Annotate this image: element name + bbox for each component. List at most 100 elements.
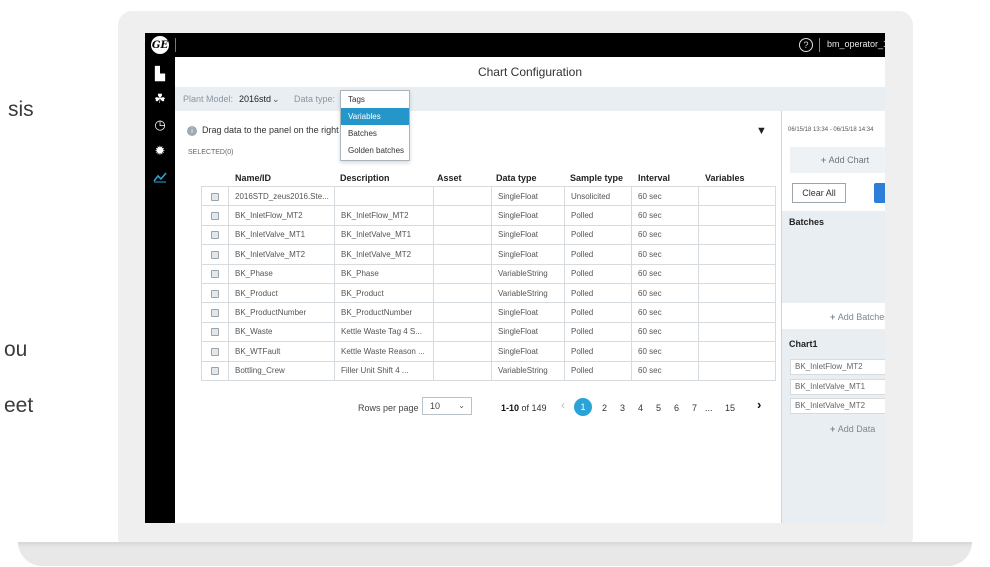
page-button[interactable]: 5 — [656, 403, 661, 413]
divider — [819, 38, 820, 52]
table-row[interactable]: BK_Phase BK_Phase VariableString Polled … — [201, 263, 776, 284]
page-button-current[interactable]: 1 — [574, 398, 592, 416]
page-button[interactable]: 15 — [725, 403, 735, 413]
chart-item[interactable]: BK_InletFlow_MT2 — [790, 359, 885, 375]
cell-variables — [698, 244, 776, 265]
cell-interval: 60 sec — [631, 263, 699, 284]
row-checkbox[interactable] — [201, 360, 229, 381]
range-total: of 149 — [519, 403, 547, 413]
cell-variables — [698, 341, 776, 362]
background-text-line: eet — [4, 394, 34, 417]
batches-heading: Batches — [789, 217, 825, 227]
table-row[interactable]: BK_WTFault Kettle Waste Reason ... Singl… — [201, 341, 776, 362]
row-checkbox[interactable] — [201, 302, 229, 323]
batches-drop-zone[interactable]: Batches — [782, 211, 885, 303]
page-button[interactable]: 3 — [620, 403, 625, 413]
row-checkbox[interactable] — [201, 205, 229, 226]
filter-icon[interactable]: ▼ — [756, 125, 767, 137]
cell-description: BK_InletValve_MT1 — [334, 224, 434, 246]
add-batches-button[interactable]: + Add Batches — [830, 312, 885, 322]
plant-model-select[interactable]: 2016std — [239, 94, 271, 104]
row-checkbox[interactable] — [201, 185, 229, 207]
ge-logo[interactable]: GE — [151, 36, 169, 54]
cell-interval: 60 sec — [631, 282, 699, 304]
prev-page-button[interactable]: ‹ — [561, 398, 565, 412]
table-row[interactable]: BK_InletFlow_MT2 BK_InletFlow_MT2 Single… — [201, 205, 776, 226]
rows-per-page-select[interactable]: 10 ⌄ — [422, 397, 472, 415]
cell-description — [334, 185, 434, 207]
cell-description: Kettle Waste Reason ... — [334, 341, 434, 362]
dropdown-option-variables[interactable]: Variables — [341, 108, 409, 125]
row-checkbox[interactable] — [201, 341, 229, 362]
column-header-sample-type[interactable]: Sample type — [570, 173, 623, 183]
page-button[interactable]: 6 — [674, 403, 679, 413]
dropdown-option-golden-batches[interactable]: Golden batches — [341, 142, 409, 159]
chevron-down-icon[interactable]: ⌄ — [272, 94, 280, 105]
cell-interval: 60 sec — [631, 360, 699, 381]
column-header-description[interactable]: Description — [340, 173, 390, 183]
dropdown-option-batches[interactable]: Batches — [341, 125, 409, 142]
dropdown-option-tags[interactable]: Tags — [341, 91, 409, 108]
help-icon[interactable]: ? — [799, 38, 813, 52]
sidebar: ▙ ☘ ◷ ✹ — [145, 57, 175, 523]
cell-description: Kettle Waste Tag 4 S... — [334, 321, 434, 343]
plant-model-label: Plant Model: — [183, 94, 234, 104]
user-menu[interactable]: bm_operator_1 — [827, 39, 885, 49]
assets-icon[interactable]: ☘ — [152, 91, 168, 107]
page-button[interactable]: 2 — [602, 403, 607, 413]
apply-button[interactable] — [874, 183, 885, 203]
column-header-data-type[interactable]: Data type — [496, 173, 537, 183]
cell-interval: 60 sec — [631, 341, 699, 362]
row-checkbox[interactable] — [201, 263, 229, 284]
table-row[interactable]: BK_InletValve_MT1 BK_InletValve_MT1 Sing… — [201, 224, 776, 246]
chart-item[interactable]: BK_InletValve_MT1 — [790, 379, 885, 395]
cell-name: BK_InletValve_MT1 — [228, 224, 335, 246]
selected-count: SELECTED(0) — [188, 149, 234, 156]
cell-asset — [433, 263, 492, 284]
table-row[interactable]: BK_InletValve_MT2 BK_InletValve_MT2 Sing… — [201, 244, 776, 265]
cell-sample-type: Polled — [564, 205, 632, 226]
variables-table: 2016STD_zeus2016.Ste... SingleFloat Unso… — [201, 185, 776, 381]
cell-sample-type: Polled — [564, 321, 632, 343]
table-row[interactable]: 2016STD_zeus2016.Ste... SingleFloat Unso… — [201, 185, 776, 207]
row-checkbox[interactable] — [201, 244, 229, 265]
factory-icon[interactable]: ▙ — [152, 66, 168, 82]
add-data-label: Add Data — [837, 424, 876, 434]
table-row[interactable]: BK_Product BK_Product VariableString Pol… — [201, 282, 776, 304]
cell-name: BK_Phase — [228, 263, 335, 284]
gear-icon[interactable]: ✹ — [152, 143, 168, 159]
drag-instruction: Drag data to the panel on the right — [202, 125, 339, 135]
cell-description: BK_InletValve_MT2 — [334, 244, 434, 265]
add-data-button[interactable]: + Add Data — [830, 424, 875, 434]
cell-asset — [433, 185, 492, 207]
cell-variables — [698, 224, 776, 246]
cell-data-type: SingleFloat — [491, 321, 565, 343]
cell-sample-type: Polled — [564, 360, 632, 381]
table-row[interactable]: Bottling_Crew Filler Unit Shift 4 ... Va… — [201, 360, 776, 381]
table-row[interactable]: BK_ProductNumber BK_ProductNumber Single… — [201, 302, 776, 323]
row-checkbox[interactable] — [201, 224, 229, 246]
column-header-variables[interactable]: Variables — [705, 173, 745, 183]
chart-item[interactable]: BK_InletValve_MT2 — [790, 398, 885, 414]
cell-asset — [433, 244, 492, 265]
data-type-dropdown[interactable]: Tags Variables Batches Golden batches — [340, 90, 410, 161]
clear-all-button[interactable]: Clear All — [792, 183, 846, 203]
cell-sample-type: Polled — [564, 302, 632, 323]
row-checkbox[interactable] — [201, 321, 229, 343]
background-text-line: sis — [8, 98, 34, 121]
cell-description: BK_Phase — [334, 263, 434, 284]
clock-icon[interactable]: ◷ — [152, 117, 168, 133]
column-header-name[interactable]: Name/ID — [235, 173, 271, 183]
next-page-button[interactable]: › — [757, 397, 761, 412]
table-row[interactable]: BK_Waste Kettle Waste Tag 4 S... SingleF… — [201, 321, 776, 343]
add-chart-button[interactable]: + Add Chart — [790, 147, 885, 173]
cell-data-type: VariableString — [491, 360, 565, 381]
page-button[interactable]: 4 — [638, 403, 643, 413]
column-header-asset[interactable]: Asset — [437, 173, 462, 183]
column-header-interval[interactable]: Interval — [638, 173, 670, 183]
date-range[interactable]: 06/15/18 13:34 - 06/15/18 14:34 — [788, 127, 873, 133]
chart-line-icon[interactable] — [152, 169, 168, 185]
cell-asset — [433, 360, 492, 381]
row-checkbox[interactable] — [201, 282, 229, 304]
page-button[interactable]: 7 — [692, 403, 697, 413]
